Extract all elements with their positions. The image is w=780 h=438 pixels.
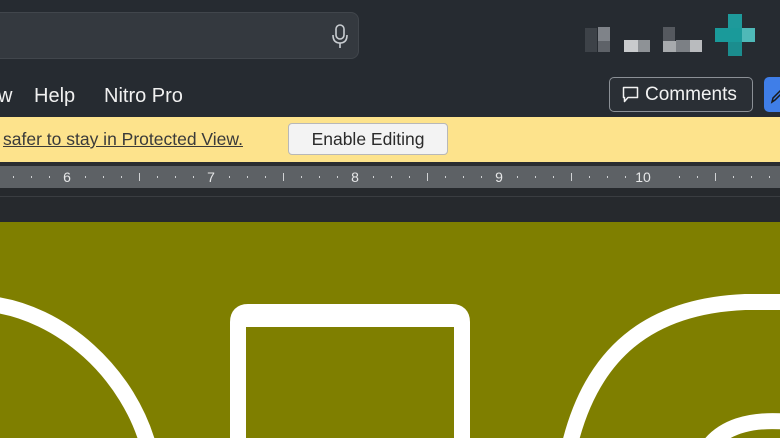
menu-item-view[interactable]: w — [0, 86, 12, 106]
comments-label: Comments — [645, 84, 737, 105]
enable-editing-button[interactable]: Enable Editing — [288, 123, 448, 155]
search-box[interactable] — [0, 12, 359, 59]
ruler-label: 10 — [635, 169, 651, 185]
comments-button[interactable]: Comments — [609, 77, 753, 112]
pen-icon — [770, 89, 780, 104]
menu-item-help[interactable]: Help — [34, 86, 75, 106]
comment-bubble-icon — [622, 86, 639, 103]
ruler-gutter — [0, 188, 780, 222]
ruler-label: 8 — [351, 169, 359, 185]
protected-view-message-link[interactable]: safer to stay in Protected View. — [3, 130, 243, 149]
editing-button[interactable] — [764, 77, 780, 112]
divider — [0, 196, 780, 197]
inner-arc-shape — [705, 413, 780, 438]
ruler-label: 7 — [207, 169, 215, 185]
left-arc-shape — [0, 297, 155, 438]
microphone-icon[interactable] — [330, 24, 350, 50]
ruler-label: 6 — [63, 169, 71, 185]
rectangle-shape — [230, 304, 470, 438]
horizontal-ruler[interactable]: 6 7 8 9 10 — [0, 166, 780, 188]
ruler-label: 9 — [495, 169, 503, 185]
menu-item-nitro-pro[interactable]: Nitro Pro — [104, 86, 183, 106]
slide-graphic — [0, 294, 780, 438]
document-page[interactable] — [0, 222, 780, 438]
